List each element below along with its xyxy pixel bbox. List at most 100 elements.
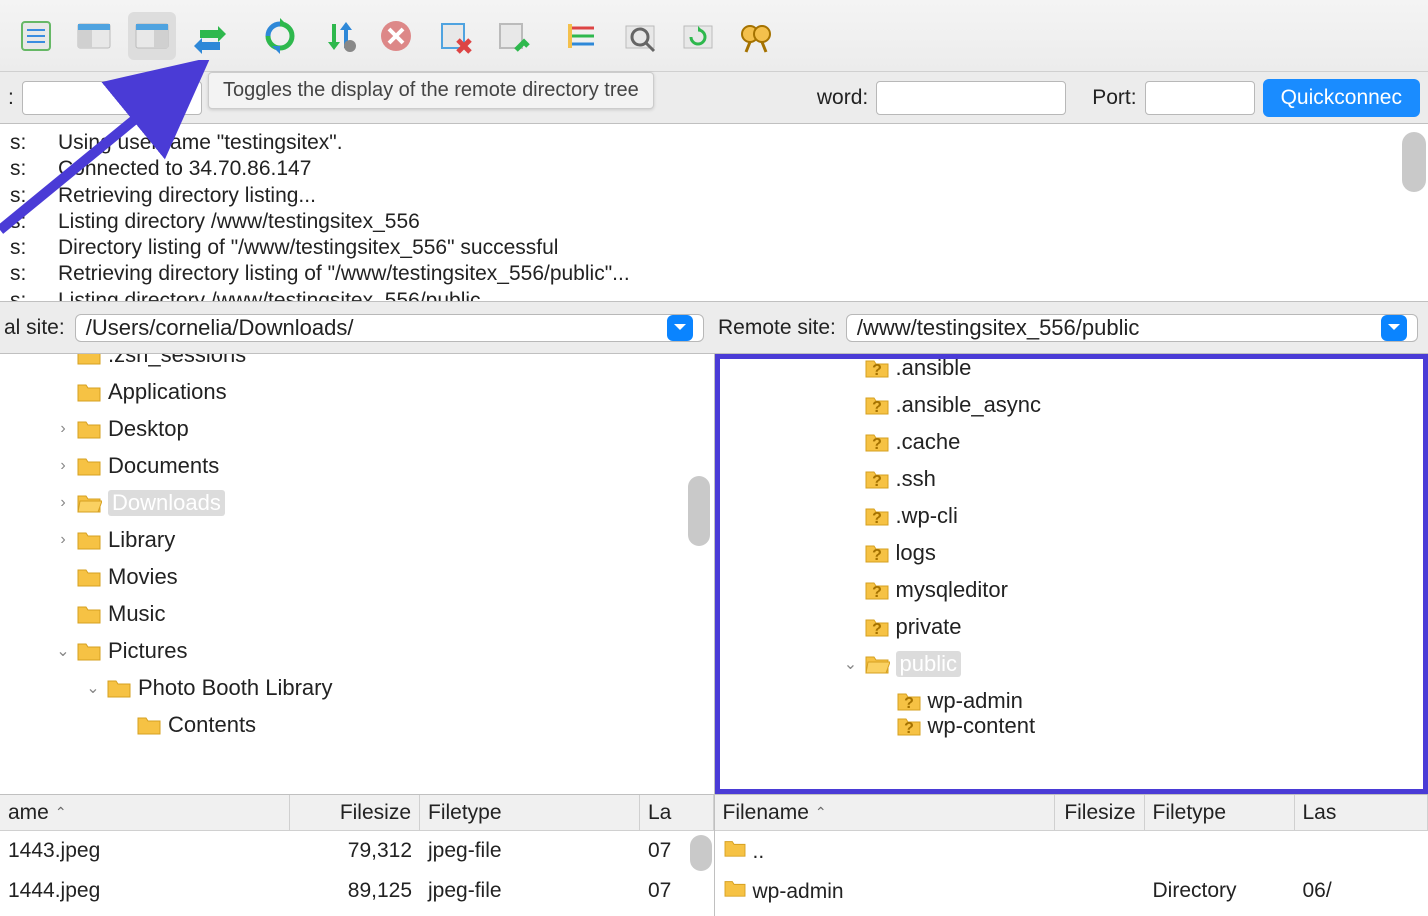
table-row[interactable]: ..	[715, 831, 1428, 871]
host-input[interactable]	[22, 81, 202, 115]
tree-item[interactable]: ?.ssh	[720, 460, 1424, 497]
remote-file-list[interactable]: Filename⌃ Filesize Filetype Las ..wp-adm…	[715, 795, 1428, 916]
col-lastmod[interactable]: La	[640, 795, 714, 830]
folder-icon	[76, 455, 102, 477]
chevron-icon[interactable]: ›	[50, 494, 76, 512]
tree-item[interactable]: ?.ansible_async	[720, 386, 1424, 423]
folder-unknown-icon: ?	[864, 431, 890, 453]
col-filesize[interactable]: Filesize	[290, 795, 420, 830]
chevron-icon[interactable]: ⌄	[80, 678, 106, 698]
toggle-remote-tree-icon[interactable]	[128, 12, 176, 60]
remote-tree-pane[interactable]: ?.ansible?.ansible_async?.cache?.ssh?.wp…	[715, 354, 1428, 794]
chevron-icon[interactable]: ⌄	[838, 654, 864, 674]
tree-item[interactable]: ? .cache	[720, 423, 1424, 460]
cancel-icon[interactable]	[372, 12, 420, 60]
password-input[interactable]	[876, 81, 1066, 115]
disconnect-icon[interactable]	[430, 12, 478, 60]
chevron-icon[interactable]: ⌄	[50, 641, 76, 661]
local-path-dropdown[interactable]	[667, 315, 693, 341]
col-filesize-r[interactable]: Filesize	[1055, 795, 1145, 830]
svg-text:?: ?	[872, 436, 882, 453]
table-row[interactable]: 1444.jpeg89,125jpeg-file07	[0, 871, 714, 911]
tree-item[interactable]: ? private	[720, 608, 1424, 645]
folder-unknown-icon: ?	[864, 616, 890, 638]
tree-item[interactable]: ⌄Pictures	[0, 632, 714, 669]
remote-path-dropdown[interactable]	[1381, 315, 1407, 341]
tree-item[interactable]: ?wp-content	[720, 707, 1424, 744]
log-line: s:Retrieving directory listing...	[10, 183, 1418, 209]
chevron-icon[interactable]: ›	[50, 457, 76, 475]
sync-browsing-icon[interactable]	[674, 12, 722, 60]
tree-item[interactable]: ?mysqleditor	[720, 571, 1424, 608]
tree-item[interactable]: ›Downloads	[0, 484, 714, 521]
local-list-scrollbar[interactable]	[690, 835, 712, 871]
message-log[interactable]: s:Using username "testingsitex".s:Connec…	[0, 124, 1428, 302]
local-tree-pane[interactable]: .zsh_sessionsApplications›Desktop›Docume…	[0, 354, 715, 794]
table-row[interactable]: wp-adminDirectory06/	[715, 871, 1428, 911]
tree-item[interactable]: ›Library	[0, 521, 714, 558]
col-filename-r[interactable]: Filename⌃	[715, 795, 1055, 830]
local-tree-scrollbar[interactable]	[688, 476, 710, 546]
tree-item[interactable]: Music	[0, 595, 714, 632]
col-filetype[interactable]: Filetype	[420, 795, 640, 830]
tree-item[interactable]: Movies	[0, 558, 714, 595]
chevron-icon[interactable]: ›	[50, 531, 76, 549]
folder-icon	[106, 677, 132, 699]
col-lastmod-r[interactable]: Las	[1295, 795, 1428, 830]
tree-item[interactable]: ?.ansible	[720, 354, 1424, 386]
process-queue-icon[interactable]	[314, 12, 362, 60]
folder-icon	[136, 714, 162, 736]
tree-item-label: Documents	[108, 453, 219, 479]
tree-item-label: Contents	[168, 712, 256, 738]
folder-unknown-icon: ?	[864, 579, 890, 601]
local-site-path[interactable]: /Users/cornelia/Downloads/	[75, 314, 704, 342]
folder-icon	[723, 878, 747, 898]
tree-item[interactable]: ⌄public	[720, 645, 1424, 682]
local-path-text-value: /Users/cornelia/Downloads/	[86, 315, 354, 341]
quickconnect-button[interactable]: Quickconnec	[1263, 79, 1420, 117]
table-row[interactable]: 1443.jpeg79,312jpeg-file07	[0, 831, 714, 871]
tree-item[interactable]: Contents	[0, 706, 714, 743]
port-input[interactable]	[1145, 81, 1255, 115]
password-label: word:	[817, 86, 868, 110]
tree-item[interactable]: Applications	[0, 373, 714, 410]
tree-item[interactable]: ?logs	[720, 534, 1424, 571]
reconnect-icon[interactable]	[488, 12, 536, 60]
tree-item[interactable]: ›Desktop	[0, 410, 714, 447]
remote-site-path[interactable]: /www/testingsitex_556/public	[846, 314, 1418, 342]
file-filter-icon[interactable]	[558, 12, 606, 60]
local-file-list[interactable]: ame⌃ Filesize Filetype La 1443.jpeg79,31…	[0, 795, 715, 916]
log-scrollbar[interactable]	[1402, 132, 1426, 192]
tree-item[interactable]: › Documents	[0, 447, 714, 484]
tooltip: Toggles the display of the remote direct…	[208, 72, 654, 109]
refresh-icon[interactable]	[256, 12, 304, 60]
folder-icon	[76, 566, 102, 588]
sort-asc-icon: ⌃	[55, 804, 67, 821]
sort-asc-icon: ⌃	[815, 804, 827, 821]
tree-item[interactable]: .zsh_sessions	[0, 354, 714, 373]
tree-item[interactable]: ?.wp-cli	[720, 497, 1424, 534]
col-filename[interactable]: ame⌃	[0, 795, 290, 830]
tree-item-label: wp-content	[928, 713, 1036, 739]
tree-item-label: .wp-cli	[896, 503, 958, 529]
tree-item-label: Applications	[108, 379, 227, 405]
find-files-icon[interactable]	[732, 12, 780, 60]
directory-compare-icon[interactable]	[616, 12, 664, 60]
tree-item-label: private	[896, 614, 962, 640]
log-line: s:Connected to 34.70.86.147	[10, 156, 1418, 182]
tree-item-label: .cache	[896, 429, 961, 455]
toggle-transfer-queue-icon[interactable]	[186, 12, 234, 60]
tree-item[interactable]: ⌄Photo Booth Library	[0, 669, 714, 706]
tree-item-label: Music	[108, 601, 165, 627]
col-filetype-r[interactable]: Filetype	[1145, 795, 1295, 830]
svg-text:?: ?	[904, 695, 914, 712]
svg-text:?: ?	[872, 399, 882, 416]
toggle-local-tree-icon[interactable]	[70, 12, 118, 60]
site-path-row: al site: /Users/cornelia/Downloads/ Remo…	[0, 302, 1428, 354]
port-label: Port:	[1092, 86, 1136, 110]
log-line: s:Retrieving directory listing of "/www/…	[10, 261, 1418, 287]
folder-unknown-icon: ?	[864, 357, 890, 379]
chevron-icon[interactable]: ›	[50, 420, 76, 438]
site-manager-icon[interactable]	[12, 12, 60, 60]
tree-item-label: .ssh	[896, 466, 936, 492]
